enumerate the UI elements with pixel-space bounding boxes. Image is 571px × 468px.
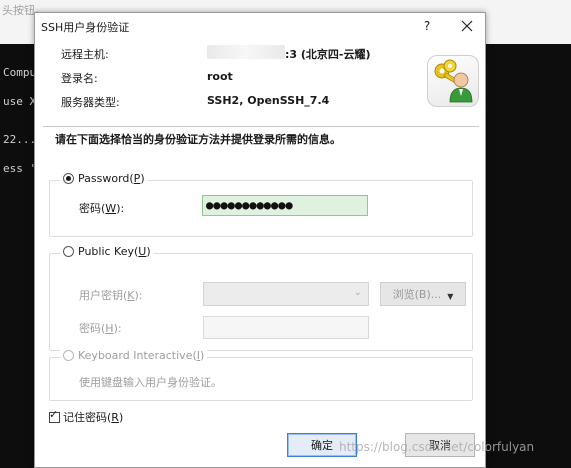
dialog-title: SSH用户身份验证: [41, 21, 130, 34]
keys-user-icon: [427, 55, 479, 107]
remember-password-label: 记住密码(R): [63, 411, 124, 424]
dialog-titlebar: SSH用户身份验证 ?: [35, 13, 485, 39]
browse-button[interactable]: 浏览(B)... ▼: [380, 282, 466, 306]
user-key-label: 用户密钥(K):: [79, 289, 143, 302]
passphrase-field[interactable]: [203, 316, 369, 339]
chevron-down-icon: ⌄: [353, 287, 362, 298]
server-type-label: 服务器类型:: [61, 96, 120, 109]
terminal-line: 22...: [3, 133, 37, 146]
password-field[interactable]: ●●●●●●●●●●●●: [202, 195, 368, 216]
dropdown-arrow-icon: ▼: [447, 291, 454, 301]
keyboard-interactive-radio-option[interactable]: Keyboard Interactive(I): [60, 349, 208, 362]
publickey-radio[interactable]: [63, 246, 74, 257]
watermark-text: https://blog.csdn.net/colorfulyan: [339, 440, 535, 454]
remote-host-value: :3 (北京四-云耀): [285, 48, 371, 61]
login-label: 登录名:: [61, 72, 98, 85]
password-radio-label: Password(P): [78, 172, 145, 185]
password-radio[interactable]: [63, 173, 74, 184]
remote-host-label: 远程主机:: [61, 48, 109, 61]
browse-button-label: 浏览(B)...: [392, 288, 442, 301]
instruction-text: 请在下面选择恰当的身份验证方法并提供登录所需的信息。: [55, 133, 341, 146]
redacted-host: [207, 45, 285, 59]
remember-password-option[interactable]: ✓ 记住密码(R): [49, 408, 124, 425]
close-icon: [461, 20, 473, 32]
ssh-auth-dialog: SSH用户身份验证 ? 远程主机: :3 (北京四-云耀) 登录名: root …: [34, 12, 486, 468]
user-key-select[interactable]: ⌄: [203, 282, 369, 306]
terminal-line: Compu: [3, 66, 37, 79]
help-button[interactable]: ?: [417, 17, 437, 35]
close-button[interactable]: [455, 16, 479, 36]
password-field-label: 密码(W):: [79, 202, 125, 215]
publickey-radio-option[interactable]: Public Key(U): [60, 245, 154, 258]
server-type-value: SSH2, OpenSSH_7.4: [207, 94, 330, 107]
separator: [43, 126, 479, 127]
keyboard-interactive-description: 使用键盘输入用户身份验证。: [79, 376, 222, 389]
remember-password-checkbox[interactable]: ✓: [49, 408, 60, 423]
login-value: root: [207, 70, 233, 83]
keyboard-interactive-label: Keyboard Interactive(I): [78, 349, 205, 362]
passphrase-label: 密码(H):: [79, 322, 122, 335]
keyboard-interactive-radio[interactable]: [63, 350, 74, 361]
password-radio-option[interactable]: Password(P): [60, 172, 148, 185]
publickey-radio-label: Public Key(U): [78, 245, 151, 258]
check-icon: ✓: [49, 407, 59, 421]
